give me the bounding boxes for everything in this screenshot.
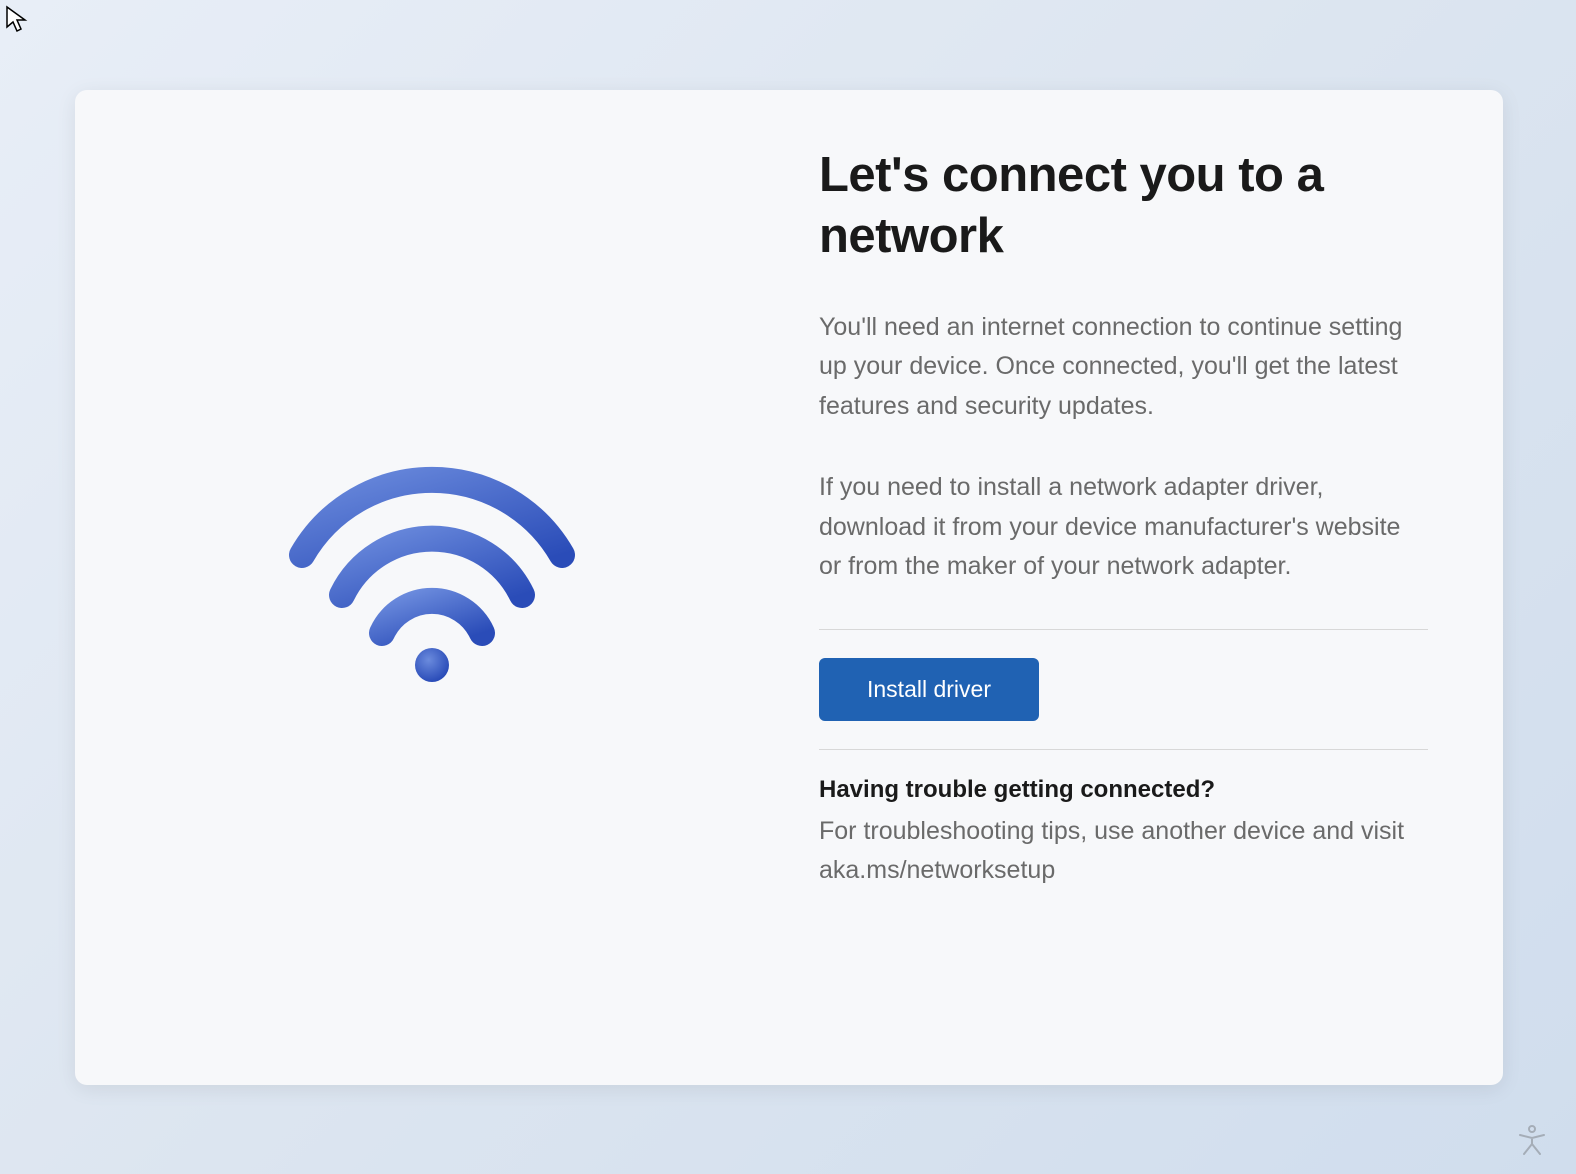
troubleshoot-section: Having trouble getting connected? For tr… — [819, 750, 1428, 891]
wifi-icon — [282, 465, 582, 690]
content-panel: Let's connect you to a network You'll ne… — [789, 90, 1503, 1085]
page-title: Let's connect you to a network — [819, 145, 1428, 268]
button-section: Install driver — [819, 630, 1428, 749]
description-secondary: If you need to install a network adapter… — [819, 468, 1428, 587]
cursor-icon — [5, 5, 29, 35]
install-driver-button[interactable]: Install driver — [819, 658, 1039, 721]
description-primary: You'll need an internet connection to co… — [819, 308, 1428, 427]
accessibility-icon[interactable] — [1516, 1124, 1548, 1156]
troubleshoot-text: For troubleshooting tips, use another de… — [819, 812, 1428, 891]
setup-card: Let's connect you to a network You'll ne… — [75, 90, 1503, 1085]
illustration-panel — [75, 90, 789, 1085]
troubleshoot-heading: Having trouble getting connected? — [819, 776, 1428, 804]
